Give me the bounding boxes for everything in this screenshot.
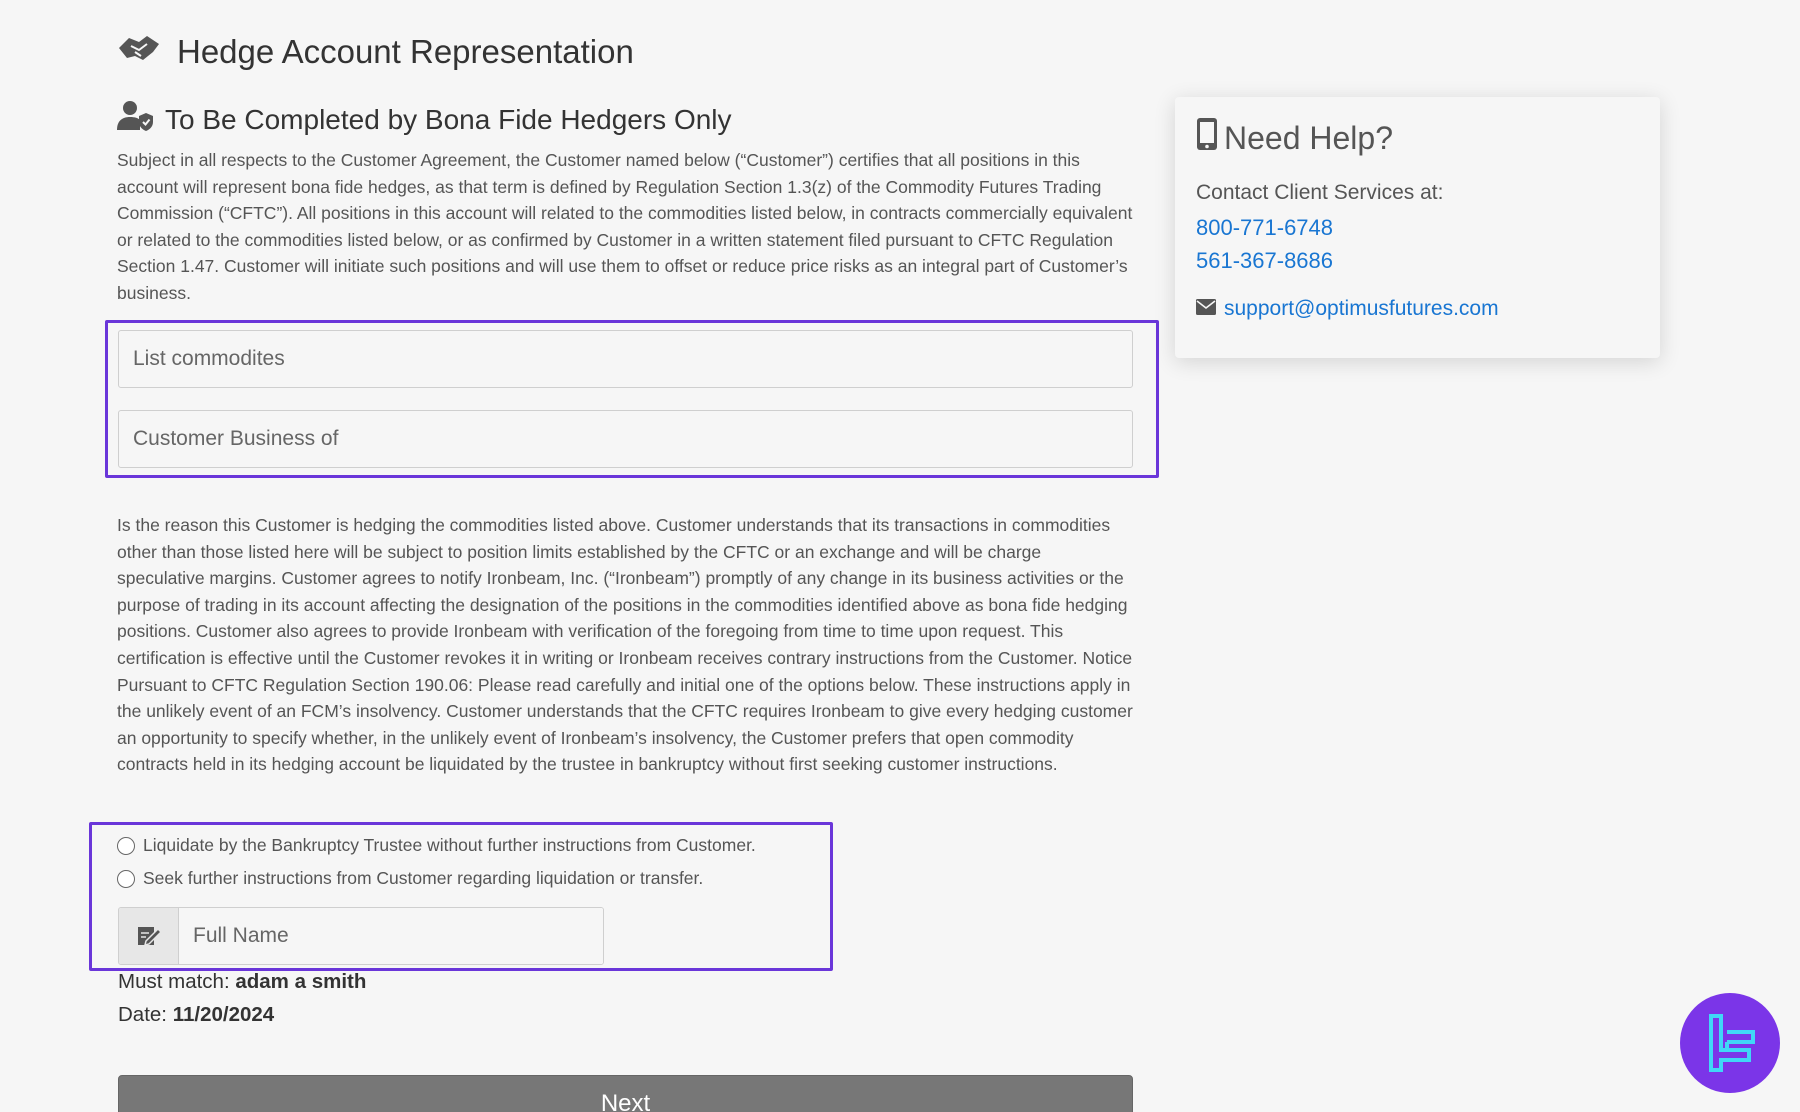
radio-label: Seek further instructions from Customer … xyxy=(143,868,704,888)
phone-link-primary[interactable]: 800-771-6748 xyxy=(1196,211,1639,244)
mobile-phone-icon xyxy=(1196,117,1218,159)
brand-logo-badge xyxy=(1680,993,1780,1093)
date-label: Date: xyxy=(118,1003,167,1026)
must-match-label: Must match: xyxy=(118,970,230,993)
next-button[interactable]: Next xyxy=(118,1075,1133,1112)
commodities-input[interactable] xyxy=(118,330,1133,388)
radio-label: Liquidate by the Bankruptcy Trustee with… xyxy=(143,835,756,855)
email-row: support@optimusfutures.com xyxy=(1196,297,1639,321)
must-match-line: Must match: adam a smith xyxy=(118,970,366,994)
handshake-icon xyxy=(117,30,161,74)
help-card: Need Help? Contact Client Services at: 8… xyxy=(1175,97,1660,358)
page-title-text: Hedge Account Representation xyxy=(177,33,634,70)
contact-label: Contact Client Services at: xyxy=(1196,181,1444,204)
date-value: 11/20/2024 xyxy=(172,1003,275,1026)
radio-button[interactable] xyxy=(117,869,135,888)
full-name-input[interactable] xyxy=(179,908,603,964)
signature-input-group xyxy=(118,907,604,965)
brand-logo-icon xyxy=(1709,1014,1755,1072)
help-title: Need Help? xyxy=(1196,117,1639,159)
email-link[interactable]: support@optimusfutures.com xyxy=(1224,297,1499,321)
radio-option-liquidate[interactable]: Liquidate by the Bankruptcy Trustee with… xyxy=(117,835,756,856)
certification-paragraph: Subject in all respects to the Customer … xyxy=(117,150,1133,303)
user-shield-icon xyxy=(117,100,153,139)
section-title: To Be Completed by Bona Fide Hedgers Onl… xyxy=(117,100,732,139)
date-line: Date: 11/20/2024 xyxy=(118,1003,274,1027)
page-title: Hedge Account Representation xyxy=(117,30,634,74)
section-title-text: To Be Completed by Bona Fide Hedgers Onl… xyxy=(165,103,732,135)
envelope-icon xyxy=(1196,298,1216,320)
radio-button[interactable] xyxy=(117,836,135,855)
signature-icon xyxy=(119,908,179,964)
phone-link-secondary[interactable]: 561-367-8686 xyxy=(1196,244,1639,277)
must-match-value: adam a smith xyxy=(235,970,367,993)
radio-option-seek-instructions[interactable]: Seek further instructions from Customer … xyxy=(117,868,703,889)
hedging-terms-paragraph: Is the reason this Customer is hedging t… xyxy=(117,515,1133,775)
help-title-text: Need Help? xyxy=(1224,119,1393,156)
customer-business-input[interactable] xyxy=(118,410,1133,468)
